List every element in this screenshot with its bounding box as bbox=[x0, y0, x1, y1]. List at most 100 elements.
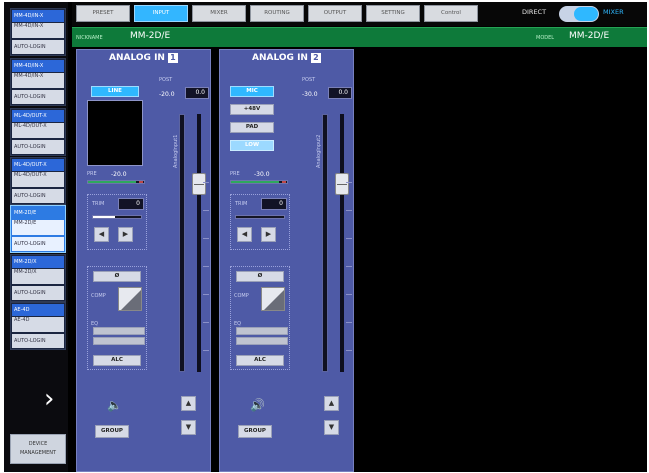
device-model: MM-4D/IN-X bbox=[12, 73, 64, 88]
direct-mode-label: DIRECT bbox=[522, 8, 547, 16]
nickname-label: NICKNAME bbox=[76, 35, 103, 41]
output-level-meter bbox=[179, 114, 185, 372]
device-login: AUTO-LOGIN bbox=[12, 237, 64, 251]
device-card-1[interactable]: MM-4D/IN-X MM-4D/IN-X AUTO-LOGIN bbox=[10, 8, 66, 56]
comp-graph[interactable] bbox=[261, 287, 285, 311]
device-card-4[interactable]: ML-4D/OUT-X ML-4D/OUT-X AUTO-LOGIN bbox=[10, 157, 66, 205]
down-arrow-button[interactable]: ▼ bbox=[181, 420, 196, 435]
trim-decrease-button[interactable]: ◀ bbox=[237, 227, 252, 242]
trim-decrease-button[interactable]: ◀ bbox=[94, 227, 109, 242]
line-button[interactable]: LINE bbox=[91, 86, 139, 97]
post-level-readout: -30.0 bbox=[302, 91, 318, 98]
phase-button[interactable]: Ø bbox=[93, 271, 141, 282]
comp-curve-icon bbox=[264, 290, 284, 310]
device-card-2[interactable]: MM-4D/IN-X MM-4D/IN-X AUTO-LOGIN bbox=[10, 58, 66, 106]
phantom-power-button[interactable]: +48V bbox=[230, 104, 274, 115]
fader-track bbox=[340, 114, 344, 372]
device-name: ML-4D/OUT-X bbox=[12, 159, 64, 171]
trim-value-field[interactable]: 0 bbox=[118, 198, 144, 210]
comp-graph[interactable] bbox=[118, 287, 142, 311]
chevron-right-icon[interactable]: › bbox=[44, 386, 54, 412]
fader-tick bbox=[346, 350, 352, 351]
device-card-3[interactable]: ML-4D/OUT-X ML-4D/OUT-X AUTO-LOGIN bbox=[10, 108, 66, 156]
app-window: MM-4D/IN-X MM-4D/IN-X AUTO-LOGIN MM-4D/I… bbox=[4, 2, 647, 472]
channel-strip-1: ANALOG IN 1 POST -20.0 0.0 LINE PRE -20.0… bbox=[76, 49, 211, 472]
device-login: AUTO-LOGIN bbox=[12, 334, 64, 348]
dynamics-section: Ø COMP EQ ALC bbox=[87, 266, 147, 370]
post-gain-field[interactable]: 0.0 bbox=[185, 87, 209, 99]
tab-output[interactable]: OUTPUT bbox=[308, 5, 362, 22]
device-model: AE-4D bbox=[12, 317, 64, 332]
device-name: MM-2D/X bbox=[12, 256, 64, 268]
pre-level-meter-red bbox=[282, 181, 286, 183]
model-value: MM-2D/E bbox=[569, 31, 610, 41]
device-management-label-1: DEVICE bbox=[28, 441, 48, 447]
device-model: ML-4D/OUT-X bbox=[12, 123, 64, 138]
eq-bar-2[interactable] bbox=[93, 337, 145, 345]
fader-knob[interactable] bbox=[335, 173, 349, 195]
direct-mixer-toggle[interactable] bbox=[559, 6, 599, 22]
comp-label: COMP bbox=[234, 293, 249, 299]
tab-preset[interactable]: PRESET bbox=[76, 5, 130, 22]
comp-label: COMP bbox=[91, 293, 106, 299]
low-cut-label: LOW bbox=[244, 142, 260, 148]
fader-tick bbox=[346, 266, 352, 267]
group-button[interactable]: GROUP bbox=[95, 425, 129, 438]
group-button[interactable]: GROUP bbox=[238, 425, 272, 438]
device-sidebar: MM-4D/IN-X MM-4D/IN-X AUTO-LOGIN MM-4D/I… bbox=[4, 2, 68, 472]
eq-bar-2[interactable] bbox=[236, 337, 288, 345]
speaker-mute-icon[interactable]: 🔈 bbox=[107, 398, 122, 412]
trim-increase-button[interactable]: ▶ bbox=[118, 227, 133, 242]
device-management-button[interactable]: DEVICE MANAGEMENT bbox=[10, 434, 66, 464]
eq-bar-1[interactable] bbox=[93, 327, 145, 335]
trim-meter bbox=[92, 215, 142, 219]
low-cut-button[interactable]: LOW bbox=[230, 140, 274, 151]
tab-input[interactable]: INPUT bbox=[134, 5, 188, 22]
pad-button[interactable]: PAD bbox=[230, 122, 274, 133]
post-level-readout: -20.0 bbox=[159, 91, 175, 98]
device-login: AUTO-LOGIN bbox=[12, 140, 64, 154]
trim-section: TRIM 0 ◀ ▶ bbox=[87, 194, 147, 250]
fader-knob[interactable] bbox=[192, 173, 206, 195]
fader-tick bbox=[203, 182, 209, 183]
phase-button[interactable]: Ø bbox=[236, 271, 284, 282]
eq-bar-1[interactable] bbox=[236, 327, 288, 335]
device-model: MM-2D/X bbox=[12, 269, 64, 284]
mic-button[interactable]: MIC bbox=[230, 86, 274, 97]
pre-level-meter-green bbox=[88, 181, 136, 183]
device-name: MM-2D/E bbox=[12, 207, 64, 219]
device-login: AUTO-LOGIN bbox=[12, 189, 64, 203]
speaker-on-icon[interactable]: 🔊 bbox=[250, 398, 265, 412]
post-label: POST bbox=[302, 77, 316, 83]
alc-button[interactable]: ALC bbox=[236, 355, 284, 366]
tab-routing[interactable]: ROUTING bbox=[250, 5, 304, 22]
pre-level-meter-green bbox=[231, 181, 279, 183]
device-card-7[interactable]: AE-4D AE-4D AUTO-LOGIN bbox=[10, 302, 66, 350]
up-arrow-button[interactable]: ▲ bbox=[324, 396, 339, 411]
fader-tick bbox=[203, 210, 209, 211]
trim-meter-fill bbox=[93, 216, 115, 218]
device-card-6[interactable]: MM-2D/X MM-2D/X AUTO-LOGIN bbox=[10, 254, 66, 302]
down-arrow-button[interactable]: ▼ bbox=[324, 420, 339, 435]
trim-value-field[interactable]: 0 bbox=[261, 198, 287, 210]
fader-tick bbox=[346, 210, 352, 211]
channel-title: ANALOG IN 2 bbox=[220, 53, 353, 63]
input-option-area bbox=[87, 100, 143, 166]
model-label: MODEL bbox=[536, 35, 555, 41]
channel-number: 1 bbox=[167, 53, 178, 63]
trim-increase-button[interactable]: ▶ bbox=[261, 227, 276, 242]
tab-control[interactable]: Control bbox=[424, 5, 478, 22]
fader-tick bbox=[346, 182, 352, 183]
trim-label: TRIM bbox=[235, 201, 248, 207]
up-arrow-button[interactable]: ▲ bbox=[181, 396, 196, 411]
device-model: MM-4D/IN-X bbox=[12, 23, 64, 38]
alc-button[interactable]: ALC bbox=[93, 355, 141, 366]
channel-number: 2 bbox=[310, 53, 321, 63]
dynamics-section: Ø COMP EQ ALC bbox=[230, 266, 290, 370]
device-card-5-selected[interactable]: MM-2D/E MM-2D/E AUTO-LOGIN bbox=[10, 205, 66, 253]
post-gain-field[interactable]: 0.0 bbox=[328, 87, 352, 99]
pre-level-readout: -30.0 bbox=[254, 171, 270, 178]
tab-mixer[interactable]: MIXER bbox=[192, 5, 246, 22]
fader-tick bbox=[203, 294, 209, 295]
tab-setting[interactable]: SETTING bbox=[366, 5, 420, 22]
